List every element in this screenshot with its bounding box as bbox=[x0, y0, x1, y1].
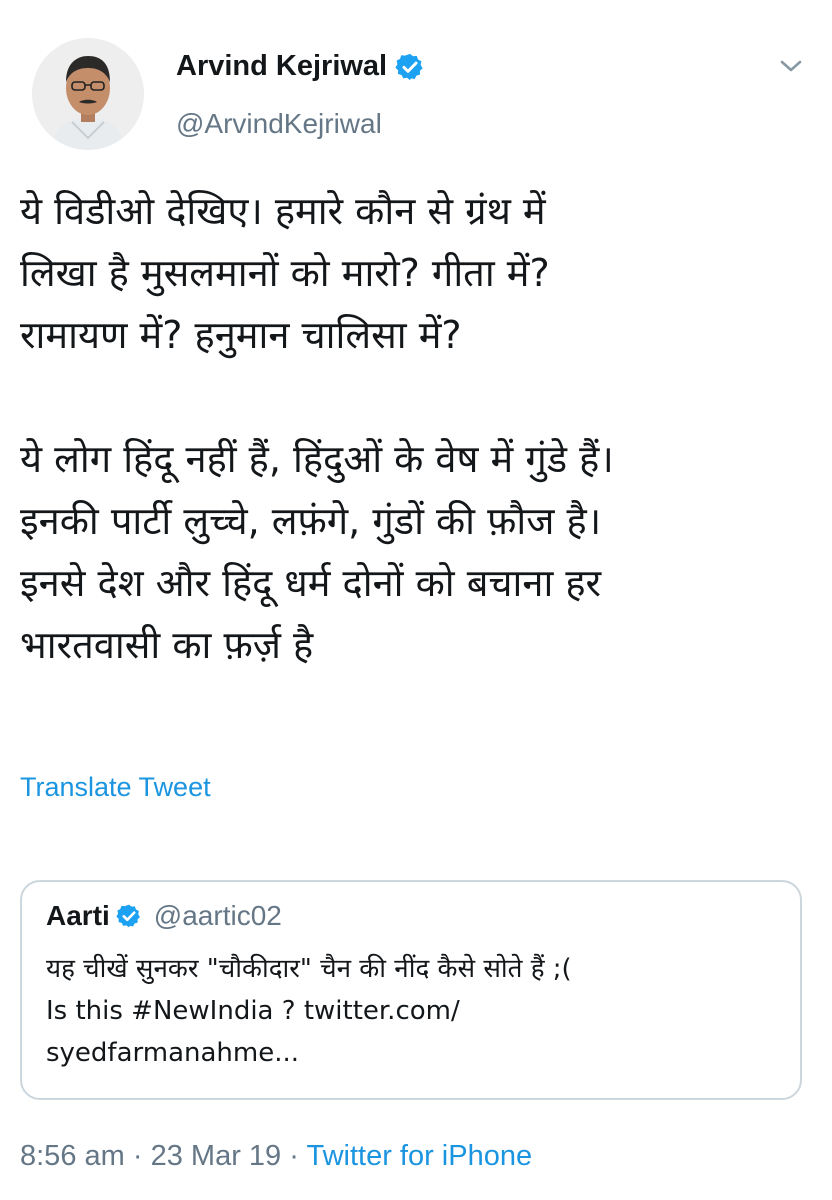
tweet-paragraph: ये लोग हिंदू नहीं हैं, हिंदुओं के वेष मे… bbox=[20, 428, 810, 676]
avatar-image bbox=[32, 38, 144, 150]
tweet-date[interactable]: 23 Mar 19 bbox=[151, 1140, 282, 1172]
quoted-line: यह चीखें सुनकर "चौकीदार" चैन की नींद कैस… bbox=[46, 954, 572, 984]
meta-separator: · bbox=[289, 1140, 299, 1172]
tweet-line: ये विडीओ देखिए। हमारे कौन से ग्रंथ में bbox=[20, 189, 546, 233]
verified-badge-icon bbox=[116, 904, 140, 928]
meta-separator: · bbox=[132, 1140, 143, 1172]
tweet-line: लिखा है मुसलमानों को मारो? गीता में? bbox=[20, 251, 550, 295]
author-name-row[interactable]: Arvind Kejriwal bbox=[176, 50, 425, 83]
tweet-source-link[interactable]: Twitter for iPhone bbox=[306, 1140, 532, 1172]
quoted-line: syedfarmanahme... bbox=[46, 1038, 300, 1068]
tweet-line: रामायण में? हनुमान चालिसा में? bbox=[20, 313, 462, 357]
translate-tweet-link[interactable]: Translate Tweet bbox=[20, 772, 211, 803]
tweet-paragraph: ये विडीओ देखिए। हमारे कौन से ग्रंथ में ल… bbox=[20, 180, 810, 366]
tweet-line: इनसे देश और हिंदू धर्म दोनों को बचाना हर bbox=[20, 561, 602, 605]
quoted-author-name: Aarti bbox=[46, 900, 110, 931]
tweet-line: भारतवासी का फ़र्ज़ है bbox=[20, 623, 314, 667]
quoted-line: Is this #NewIndia ? twitter.com/ bbox=[46, 996, 460, 1026]
tweet-line: इनकी पार्टी लुच्चे, लफ़ंगे, गुंडों की फ़… bbox=[20, 499, 602, 543]
tweet-text: ये विडीओ देखिए। हमारे कौन से ग्रंथ में ल… bbox=[20, 180, 810, 676]
quoted-tweet-text: यह चीखें सुनकर "चौकीदार" चैन की नींद कैस… bbox=[46, 948, 786, 1074]
quoted-tweet-card[interactable]: Aarti @aartic02 यह चीखें सुनकर "चौकीदार"… bbox=[20, 880, 802, 1100]
author-handle[interactable]: @ArvindKejriwal bbox=[176, 108, 382, 140]
tweet-time[interactable]: 8:56 am bbox=[20, 1140, 125, 1172]
avatar[interactable] bbox=[32, 38, 144, 150]
quoted-tweet-header: Aarti @aartic02 bbox=[46, 900, 282, 932]
verified-badge-icon bbox=[395, 53, 423, 80]
tweet-card: Arvind Kejriwal @ArvindKejriwal ये विडीओ… bbox=[0, 0, 832, 1200]
chevron-down-icon[interactable] bbox=[776, 56, 806, 76]
quoted-author-handle: @aartic02 bbox=[153, 900, 282, 931]
author-name[interactable]: Arvind Kejriwal bbox=[176, 50, 387, 83]
tweet-meta: 8:56 am · 23 Mar 19 · Twitter for iPhone bbox=[20, 1140, 532, 1173]
tweet-line: ये लोग हिंदू नहीं हैं, हिंदुओं के वेष मे… bbox=[20, 437, 614, 481]
